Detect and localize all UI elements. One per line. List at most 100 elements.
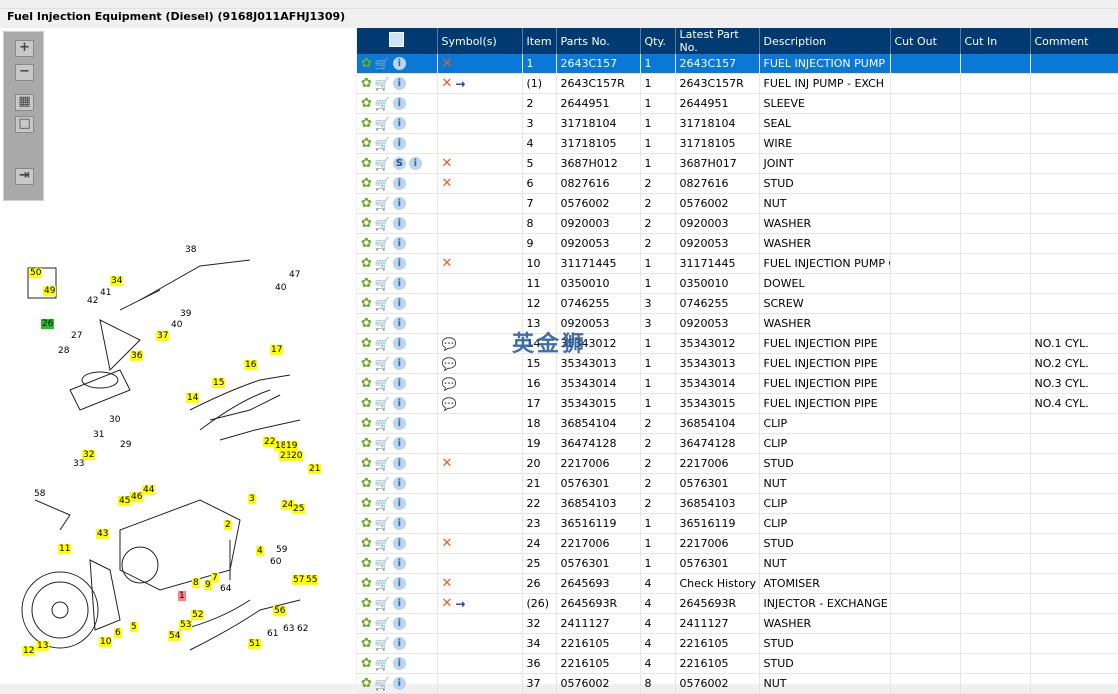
column-header[interactable]: Parts No. — [556, 28, 641, 54]
fit-view-button[interactable]: ▦ — [15, 94, 34, 111]
cart-icon[interactable]: 🛒 — [375, 157, 390, 171]
cart-icon[interactable]: 🛒 — [375, 377, 390, 391]
cart-icon[interactable]: 🛒 — [375, 357, 390, 371]
cart-icon[interactable]: 🛒 — [375, 257, 390, 271]
callout[interactable]: 26 — [41, 319, 55, 329]
info-icon[interactable]: i — [392, 617, 406, 630]
info-icon[interactable]: i — [392, 417, 406, 430]
gear-icon[interactable]: ✿ — [361, 416, 372, 431]
gear-icon[interactable]: ✿ — [361, 276, 372, 291]
table-row[interactable]: ✿ 🛒 i 32 2411127 4 2411127 WASHER — [357, 613, 1118, 634]
callout[interactable]: 8 — [192, 578, 200, 588]
callout[interactable]: 39 — [179, 309, 192, 319]
callout[interactable]: 62 — [296, 624, 309, 634]
table-row[interactable]: ✿ 🛒 i ✕ 20 2217006 2 2217006 STUD — [357, 453, 1118, 474]
cart-icon[interactable]: 🛒 — [375, 117, 390, 131]
cart-icon[interactable]: 🛒 — [375, 497, 390, 511]
callout[interactable]: 9 — [204, 580, 212, 590]
table-row[interactable]: ✿ 🛒 i 13 0920053 3 0920053 WASHER — [357, 313, 1118, 334]
table-row[interactable]: ✿ 🛒 i ✕ 1 2643C157 1 2643C157 FUEL INJECTI… — [357, 54, 1118, 74]
gear-icon[interactable]: ✿ — [361, 336, 372, 351]
table-row[interactable]: ✿ 🛒 i 💬 16 35343014 1 35343014 FUEL INJECT… — [357, 373, 1118, 394]
note-bubble-icon[interactable]: 💬 — [442, 397, 457, 411]
cart-icon[interactable]: 🛒 — [375, 297, 390, 311]
info-icon[interactable]: i — [392, 657, 406, 670]
column-header[interactable]: Cut In — [960, 28, 1031, 54]
table-row[interactable]: ✿ 🛒 i 19 36474128 2 36474128 CLIP — [357, 433, 1118, 454]
gear-icon[interactable]: ✿ — [361, 356, 372, 371]
callout[interactable]: 53 — [179, 620, 193, 630]
cart-icon[interactable]: 🛒 — [375, 557, 390, 571]
gear-icon[interactable]: ✿ — [361, 296, 372, 311]
cart-icon[interactable]: 🛒 — [375, 237, 390, 251]
callout[interactable]: 51 — [248, 639, 262, 649]
cart-icon[interactable]: 🛒 — [375, 337, 390, 351]
table-row[interactable]: ✿ 🛒 Si ✕ 5 3687H012 1 3687H017 JOINT — [357, 153, 1118, 174]
cart-icon[interactable]: 🛒 — [375, 57, 390, 71]
callout[interactable]: 60 — [269, 557, 282, 567]
cart-icon[interactable]: 🛒 — [375, 277, 390, 291]
cart-icon[interactable]: 🛒 — [375, 577, 390, 591]
gear-icon[interactable]: ✿ — [361, 136, 372, 151]
column-header[interactable]: Latest Part No. — [675, 28, 760, 54]
callout[interactable]: 19 — [285, 441, 299, 451]
callout[interactable]: 38 — [184, 245, 197, 255]
info-icon[interactable]: i — [392, 477, 406, 490]
gear-icon[interactable]: ✿ — [361, 216, 372, 231]
callout[interactable]: 12 — [22, 646, 36, 656]
export-button[interactable]: ⇥ — [15, 168, 34, 185]
callout[interactable]: 30 — [108, 415, 121, 425]
info-icon[interactable]: i — [392, 177, 406, 190]
note-bubble-icon[interactable]: 💬 — [442, 377, 457, 391]
info-icon[interactable]: i — [408, 157, 422, 170]
info-icon[interactable]: i — [392, 277, 406, 290]
callout[interactable]: 10 — [99, 637, 113, 647]
table-row[interactable]: ✿ 🛒 i 21 0576301 2 0576301 NUT — [357, 473, 1118, 494]
table-row[interactable]: ✿ 🛒 i 4 31718105 1 31718105 WIRE — [357, 133, 1118, 154]
gear-icon[interactable]: ✿ — [361, 516, 372, 531]
callout[interactable]: 27 — [70, 331, 83, 341]
callout[interactable]: 59 — [275, 545, 288, 555]
gear-icon[interactable]: ✿ — [361, 316, 372, 331]
info-icon[interactable]: i — [392, 197, 406, 210]
callout[interactable]: 1 — [178, 591, 186, 601]
info-icon[interactable]: i — [392, 397, 406, 410]
cart-icon[interactable]: 🛒 — [375, 217, 390, 231]
info-icon[interactable]: i — [392, 257, 406, 270]
gear-icon[interactable]: ✿ — [361, 456, 372, 471]
table-row[interactable]: ✿ 🛒 i 2 2644951 1 2644951 SLEEVE — [357, 93, 1118, 114]
callout[interactable]: 29 — [119, 440, 132, 450]
gear-icon[interactable]: ✿ — [361, 236, 372, 251]
gear-icon[interactable]: ✿ — [361, 596, 372, 611]
cart-icon[interactable]: 🛒 — [375, 77, 390, 91]
callout[interactable]: 40 — [274, 283, 287, 293]
callout[interactable]: 61 — [266, 629, 279, 639]
callout[interactable]: 6 — [114, 628, 122, 638]
callout[interactable]: 64 — [219, 584, 232, 594]
info-icon[interactable]: i — [392, 637, 406, 650]
callout[interactable]: 63 — [282, 624, 295, 634]
info-icon[interactable]: i — [392, 377, 406, 390]
table-row[interactable]: ✿ 🛒 i 8 0920003 2 0920003 WASHER — [357, 213, 1118, 234]
gear-icon[interactable]: ✿ — [361, 156, 372, 171]
table-row[interactable]: ✿ 🛒 i ✕ 6 0827616 2 0827616 STUD — [357, 173, 1118, 194]
callout[interactable]: 57 — [292, 575, 306, 585]
gear-icon[interactable]: ✿ — [361, 76, 372, 91]
gear-icon[interactable]: ✿ — [361, 56, 372, 71]
callout[interactable]: 50 — [29, 268, 43, 278]
callout[interactable]: 56 — [273, 606, 287, 616]
info-icon[interactable]: i — [392, 497, 406, 510]
column-header[interactable]: Qty. — [640, 28, 676, 54]
cart-icon[interactable]: 🛒 — [375, 637, 390, 651]
table-row[interactable]: ✿ 🛒 i 💬 14 35343012 1 35343012 FUEL INJECT… — [357, 333, 1118, 354]
callout[interactable]: 36 — [130, 351, 144, 361]
callout[interactable]: 4 — [256, 546, 264, 556]
callout[interactable]: 55 — [305, 575, 319, 585]
info-icon[interactable]: i — [392, 237, 406, 250]
info-icon[interactable]: i — [392, 357, 406, 370]
cart-icon[interactable]: 🛒 — [375, 177, 390, 191]
search-list-icon[interactable] — [389, 32, 405, 47]
callout[interactable]: 31 — [92, 430, 105, 440]
callout[interactable]: 37 — [156, 331, 170, 341]
cart-icon[interactable]: 🛒 — [375, 537, 390, 551]
